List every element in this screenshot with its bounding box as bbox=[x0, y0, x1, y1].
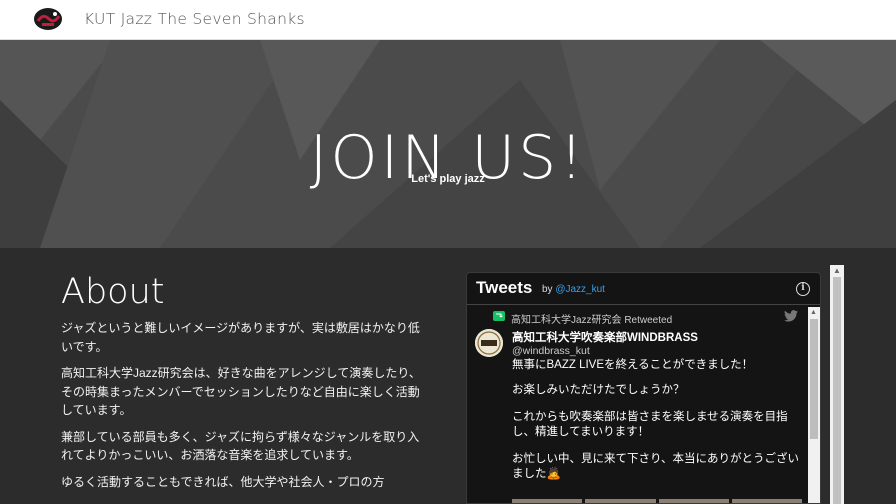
jazz-logo-icon[interactable] bbox=[33, 7, 63, 31]
tweet-author-name[interactable]: 高知工科大学吹奏楽部WINDBRASS bbox=[512, 329, 698, 345]
tweet-line: お忙しい中、見に来て下さり、本当にありがとうございました🙇 bbox=[512, 453, 800, 480]
about-text: ジャズというと難しいイメージがありますが、実は敷居はかなり低いです。 高知工科大… bbox=[61, 319, 423, 499]
tweet-media-image[interactable] bbox=[585, 499, 656, 503]
about-heading: About bbox=[61, 272, 165, 312]
byline-prefix: by bbox=[542, 284, 553, 295]
twitter-widget-byline: by @Jazz_kut bbox=[542, 284, 605, 295]
retweeted-by-text: 高知工科大学Jazz研究会 Retweeted bbox=[511, 315, 673, 326]
twitter-timeline-widget[interactable]: Tweets by @Jazz_kut i 高知工科大学Jazz研究会 Retw… bbox=[466, 272, 821, 504]
page-scrollbar[interactable]: ▲ bbox=[830, 265, 844, 504]
widget-scrollbar[interactable]: ▲ bbox=[808, 307, 820, 503]
twitter-handle-link[interactable]: @Jazz_kut bbox=[555, 284, 605, 295]
tweet-media-image[interactable] bbox=[658, 499, 729, 503]
tweet-media-image[interactable] bbox=[731, 499, 802, 503]
twitter-bird-icon[interactable] bbox=[784, 310, 798, 322]
site-title[interactable]: KUT Jazz The Seven Shanks bbox=[84, 10, 305, 28]
tweet-media-image[interactable] bbox=[512, 499, 583, 503]
tweet-line: これからも吹奏楽部は皆さまを楽しませる演奏を目指し、精進してまいります！ bbox=[512, 411, 788, 438]
tweet-media-strip[interactable] bbox=[512, 499, 802, 503]
retweet-icon bbox=[493, 311, 505, 321]
about-paragraph: ジャズというと難しいイメージがありますが、実は敷居はかなり低いです。 bbox=[61, 321, 420, 354]
scroll-up-arrow-icon[interactable]: ▲ bbox=[810, 309, 817, 316]
tweet-line: 無事にBAZZ LIVEを終えることができました！ bbox=[512, 359, 754, 371]
tweet-author-handle[interactable]: @windbrass_kut bbox=[512, 345, 590, 357]
about-paragraph: ゆるく活動することもできれば、他大学や社会人・プロの方 bbox=[61, 474, 385, 489]
author-avatar[interactable] bbox=[475, 329, 503, 357]
widget-scrollbar-thumb[interactable] bbox=[810, 319, 818, 439]
tweet-line: お楽しみいただけたでしょうか？ bbox=[512, 384, 685, 396]
info-icon[interactable]: i bbox=[796, 282, 810, 296]
about-paragraph: 兼部している部員も多く、ジャズに拘らず様々なジャンルを取り入れてよりかっこいい、… bbox=[61, 429, 420, 463]
about-paragraph: 高知工科大学Jazz研究会は、好きな曲をアレンジして演奏したり、その時集まったメ… bbox=[61, 366, 421, 417]
scroll-up-arrow-icon[interactable]: ▲ bbox=[833, 266, 841, 275]
twitter-widget-header: Tweets by @Jazz_kut i bbox=[467, 273, 820, 305]
page-scrollbar-thumb[interactable] bbox=[833, 277, 841, 504]
hero-banner: JOIN US! Let's play jazz bbox=[0, 40, 896, 248]
twitter-widget-title: Tweets bbox=[476, 278, 533, 297]
site-header: KUT Jazz The Seven Shanks bbox=[0, 0, 896, 40]
tweet-text: 無事にBAZZ LIVEを終えることができました！ お楽しみいただけたでしょうか… bbox=[512, 358, 802, 494]
hero-subtitle: Let's play jazz bbox=[411, 173, 485, 185]
